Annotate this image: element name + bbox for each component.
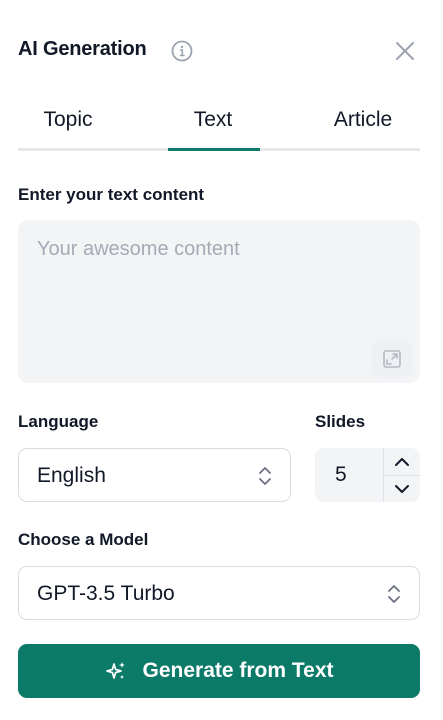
close-icon[interactable] <box>392 38 418 64</box>
model-label: Choose a Model <box>18 530 149 549</box>
info-icon[interactable] <box>171 40 193 62</box>
tab-article[interactable]: Article <box>288 103 438 151</box>
language-value: English <box>37 464 106 487</box>
content-label: Enter your text content <box>18 185 205 204</box>
active-tab-indicator <box>168 148 260 151</box>
language-select[interactable]: English <box>18 448 291 502</box>
slides-label: Slides <box>315 412 366 431</box>
model-select[interactable]: GPT-3.5 Turbo <box>18 566 420 620</box>
sparkles-icon <box>105 662 125 679</box>
expand-button[interactable] <box>372 340 412 378</box>
chevron-down-icon <box>395 484 409 493</box>
increment-button[interactable] <box>384 448 420 475</box>
generate-button-label: Generate from Text <box>142 659 334 682</box>
model-value: GPT-3.5 Turbo <box>37 582 175 605</box>
slides-value[interactable]: 5 <box>335 463 347 487</box>
chevron-updown-icon <box>259 467 271 485</box>
panel-title: AI Generation <box>18 38 147 60</box>
slides-stepper[interactable]: 5 <box>315 448 420 502</box>
mode-tabs: Topic Text Article <box>18 103 420 151</box>
panel-header: AI Generation <box>18 36 425 66</box>
expand-icon <box>383 350 401 368</box>
language-label: Language <box>18 412 99 431</box>
chevron-up-icon <box>395 457 409 466</box>
tab-topic[interactable]: Topic <box>0 103 143 151</box>
tab-text[interactable]: Text <box>138 103 288 151</box>
generate-button[interactable]: Generate from Text <box>18 644 420 698</box>
chevron-updown-icon <box>388 585 400 603</box>
content-textarea[interactable] <box>18 220 420 383</box>
decrement-button[interactable] <box>384 475 420 502</box>
